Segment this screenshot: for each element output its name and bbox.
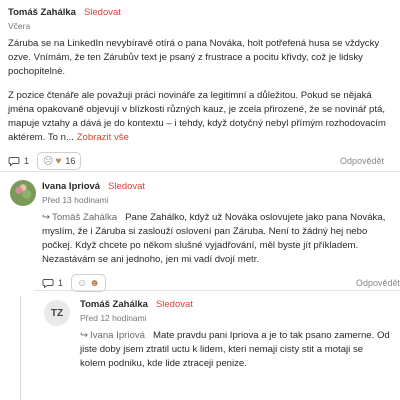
thread-line	[20, 296, 21, 400]
comment-time: Včera	[8, 21, 31, 31]
reactions-count: 16	[65, 156, 76, 166]
comment-body: Záruba se na LinkedIn nevybíravě otírá o…	[8, 37, 392, 145]
comment-top: Tomáš Zahálka Sledovat Včera Záruba se n…	[8, 0, 392, 171]
reaction-dislike-icon: ☹	[43, 155, 54, 167]
reply-arrow-icon: ↪	[42, 212, 51, 223]
comment-header: Ivana Ipriová Sledovat	[42, 178, 392, 194]
reply-arrow-icon: ↪	[80, 330, 89, 341]
comment-bubble-icon	[8, 157, 20, 167]
comment-time: Před 12 hodinami	[80, 313, 147, 323]
comment-bubble-icon	[42, 279, 54, 289]
reply-content: Tomáš Zahálka Sledovat Před 12 hodinami …	[80, 296, 390, 371]
reaction-smile-icon: ☺	[77, 277, 88, 289]
author-name[interactable]: Tomáš Zahálka	[8, 7, 76, 18]
follow-button[interactable]: Sledovat	[108, 181, 145, 192]
reaction-face-icon: ☻	[89, 277, 100, 289]
divider	[0, 171, 400, 172]
comment-time: Před 13 hodinami	[42, 195, 109, 205]
comment-paragraph: Z pozice čtenáře ale považuji práci novi…	[8, 89, 392, 145]
show-more-link[interactable]: Zobrazit vše	[77, 132, 129, 143]
divider	[34, 290, 400, 291]
reply-to-name[interactable]: Tomáš Zahálka	[52, 212, 117, 223]
reply-to-name[interactable]: Ivana Ipriová	[90, 330, 145, 341]
reactions-button[interactable]: ☹ ♥ 16	[37, 152, 82, 170]
reply-button[interactable]: Odpovědět	[356, 278, 400, 288]
comments-count: 1	[24, 156, 30, 166]
comment-header: Tomáš Zahálka Sledovat	[80, 296, 390, 312]
comment-header: Tomáš Zahálka Sledovat	[8, 4, 392, 20]
avatar[interactable]	[10, 180, 36, 206]
avatar[interactable]: TZ	[44, 300, 70, 326]
author-name[interactable]: Ivana Ipriová	[42, 181, 100, 192]
comments-count: 1	[58, 278, 64, 288]
comment-body: ↪ Tomáš Zahálka Pane Zahálko, když už Nov…	[42, 211, 392, 267]
follow-button[interactable]: Sledovat	[84, 7, 121, 18]
comment-paragraph: Záruba se na LinkedIn nevybíravě otírá o…	[8, 38, 380, 77]
comment-body: ↪ Ivana Ipriová Mate pravdu pani Ipriova …	[80, 329, 390, 371]
reply-button[interactable]: Odpovědět	[340, 156, 384, 166]
follow-button[interactable]: Sledovat	[156, 299, 193, 310]
comments-count-button[interactable]: 1	[42, 277, 63, 289]
author-name[interactable]: Tomáš Zahálka	[80, 299, 148, 310]
comment-actions: 1 ☹ ♥ 16 Odpovědět	[8, 151, 392, 171]
reaction-heart-icon: ♥	[55, 155, 62, 167]
reply-content: Ivana Ipriová Sledovat Před 13 hodinami …	[42, 178, 400, 293]
comment-paragraph-text: Z pozice čtenáře ale považuji práci novi…	[8, 90, 386, 143]
comments-count-button[interactable]: 1	[8, 155, 29, 167]
